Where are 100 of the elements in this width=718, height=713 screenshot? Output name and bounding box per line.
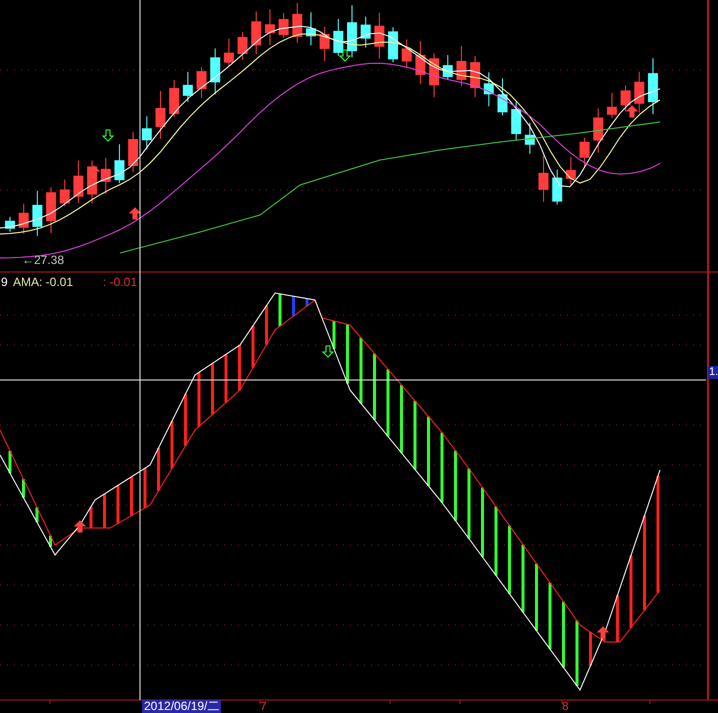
candlestick xyxy=(333,18,344,56)
indicator-bar xyxy=(238,345,241,390)
candlestick xyxy=(224,38,234,66)
candlestick xyxy=(360,16,371,48)
indicator-bar xyxy=(373,354,376,420)
candlestick xyxy=(347,4,357,58)
indicator-bar xyxy=(481,488,484,558)
indicator-bar xyxy=(198,372,200,426)
crosshair-date-label: 2012/06/19/二 xyxy=(142,700,222,713)
candlestick xyxy=(169,80,180,118)
down-arrow-icon xyxy=(102,130,114,142)
candlestick xyxy=(634,71,644,114)
indicator-period: 9 xyxy=(1,276,8,289)
candlestick xyxy=(100,157,111,194)
candlestick xyxy=(18,203,29,234)
candlestick xyxy=(580,137,590,168)
indicator-bar xyxy=(36,507,38,522)
candlestick xyxy=(593,108,604,154)
candlestick xyxy=(320,26,330,62)
indicator-bar xyxy=(332,321,336,349)
time-axis-tick: 7 xyxy=(260,700,267,713)
indicator-bar xyxy=(116,485,120,524)
candlestick xyxy=(606,92,617,118)
indicator-bar xyxy=(306,298,308,306)
indicator-bar xyxy=(400,385,403,453)
candlestick xyxy=(566,156,576,186)
indicator-bar xyxy=(157,448,160,491)
down-arrow-icon xyxy=(338,50,352,62)
indicator-bar xyxy=(22,479,25,498)
indicator-bar xyxy=(468,468,470,539)
indicator-bar xyxy=(616,595,619,642)
candlestick xyxy=(306,12,316,46)
down-arrow-icon xyxy=(322,346,334,358)
candlestick xyxy=(128,132,138,172)
indicator-bar xyxy=(535,564,538,631)
indicator-bar xyxy=(360,338,362,404)
indicator-bar xyxy=(576,620,578,686)
ama-value-label: AMA: -0.01 xyxy=(13,276,74,289)
candlestick xyxy=(196,66,207,99)
candlestick xyxy=(388,26,398,63)
candlestick xyxy=(32,190,42,236)
candlestick xyxy=(292,2,302,44)
indicator-bar xyxy=(103,494,106,528)
candlestick xyxy=(251,10,262,55)
indicator-bar xyxy=(49,536,52,547)
indicator-bar xyxy=(8,450,12,474)
candlestick xyxy=(238,32,248,60)
candlestick xyxy=(524,122,535,154)
time-axis-tick: 8 xyxy=(562,700,569,713)
indicator-bar xyxy=(278,294,282,326)
candlestick xyxy=(429,52,440,98)
candlestick xyxy=(46,186,56,234)
indicator-bar xyxy=(414,400,416,470)
candlestick xyxy=(497,78,508,116)
candlestick xyxy=(114,144,124,184)
candlestick xyxy=(60,178,70,207)
indicator-bar xyxy=(386,369,390,436)
indicator-bar xyxy=(589,632,592,666)
indicator-bar xyxy=(562,602,565,668)
candlestick xyxy=(456,45,466,86)
indicator-bar xyxy=(211,363,214,414)
candlestick xyxy=(538,155,549,202)
indicator-bar xyxy=(90,506,92,528)
indicator-bar xyxy=(265,306,268,345)
candlestick xyxy=(278,12,289,39)
candlestick xyxy=(142,116,152,150)
crosshair-value-label: 1. xyxy=(708,366,718,379)
up-arrow-icon xyxy=(128,207,142,220)
indicator-bar xyxy=(346,324,349,384)
indicator-bar xyxy=(170,421,174,468)
indicator-bar xyxy=(494,506,498,576)
candlestick xyxy=(5,216,15,232)
indicator-bar xyxy=(292,296,295,316)
candlestick xyxy=(648,58,658,115)
indicator-bar xyxy=(427,416,430,486)
candlestick xyxy=(210,48,220,95)
indicator-bar xyxy=(522,544,524,612)
indicator-bar xyxy=(130,476,133,516)
candlestick xyxy=(415,40,426,84)
indicator-bar xyxy=(224,354,228,402)
indicator-value-label: : -0.01 xyxy=(103,276,138,289)
indicator-bar xyxy=(440,432,444,503)
up-arrow-icon xyxy=(626,105,638,118)
indicator-bar xyxy=(252,326,254,368)
candlestick xyxy=(182,71,193,102)
up-arrow-icon xyxy=(74,520,86,532)
candlestick xyxy=(620,84,631,112)
candlestick xyxy=(374,12,384,60)
indicator-bar xyxy=(184,394,187,446)
candlestick xyxy=(73,160,84,204)
candlestick xyxy=(264,8,275,46)
candlestick xyxy=(552,169,562,206)
up-arrow-icon xyxy=(596,626,610,638)
candlestick xyxy=(511,102,522,141)
indicator-bar xyxy=(508,526,511,594)
candlestick xyxy=(155,90,166,140)
candlestick xyxy=(470,56,480,98)
indicator-bar xyxy=(548,582,552,650)
candlestick xyxy=(402,38,412,68)
indicator-bar xyxy=(454,450,457,521)
